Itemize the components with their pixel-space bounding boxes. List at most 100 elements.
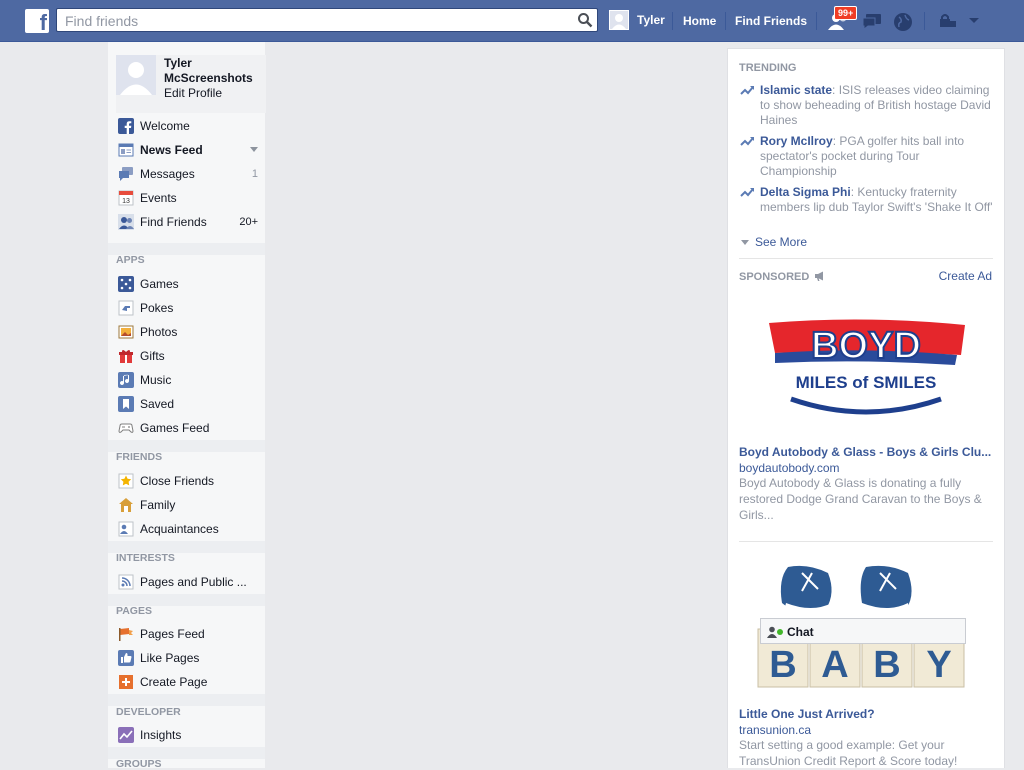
family-icon — [119, 498, 133, 512]
trending-item[interactable]: Delta Sigma Phi: Kentucky fraternity mem… — [740, 185, 998, 215]
section-heading-friends: FRIENDS — [116, 451, 163, 463]
account-menu-icon[interactable] — [968, 17, 980, 25]
sidebar-item-messages[interactable]: Messages 1 — [116, 164, 266, 184]
block-letter: B — [769, 644, 796, 686]
sidebar-item-label: Pages and Public ... — [140, 575, 247, 589]
facebook-logo-icon[interactable]: f — [25, 9, 49, 35]
ad-image-boyd[interactable]: BOYD MILES of SMILES — [739, 301, 993, 431]
sidebar-item-games[interactable]: Games — [116, 274, 266, 294]
sidebar-item-label: Find Friends — [140, 215, 207, 229]
sidebar-item-label: Saved — [140, 397, 175, 411]
sidebar-item-label: News Feed — [140, 143, 203, 157]
ad-url[interactable]: boydautobody.com — [739, 461, 840, 475]
sidebar-item-gifts[interactable]: Gifts — [116, 346, 266, 366]
count-badge: 20+ — [239, 216, 258, 228]
sidebar-item-saved[interactable]: Saved — [116, 394, 266, 414]
person-icon — [767, 626, 777, 638]
chat-tab[interactable]: Chat — [760, 618, 966, 644]
news-feed-icon — [118, 143, 134, 157]
photos-icon — [118, 325, 134, 339]
sidebar-item-like-pages[interactable]: Like Pages — [116, 648, 266, 668]
sidebar-item-label: Close Friends — [140, 474, 215, 488]
trending-topic[interactable]: Islamic state — [760, 83, 832, 97]
sidebar-item-music[interactable]: Music — [116, 370, 266, 390]
sidebar-item-label: Games Feed — [140, 421, 210, 435]
caret-down-icon[interactable] — [250, 147, 258, 153]
sidebar-item-label: Family — [140, 498, 176, 512]
sidebar-item-label: Games — [140, 277, 179, 291]
search-icon[interactable] — [577, 12, 593, 28]
left-sidebar: Tyler McScreenshots Edit Profile Welcome… — [108, 42, 266, 770]
sidebar-item-pages-feed[interactable]: Pages Feed — [116, 624, 266, 644]
ad-description: Start setting a good example: Get your T… — [739, 738, 958, 768]
sidebar-item-welcome[interactable]: Welcome — [116, 116, 266, 136]
boyd-wordmark: BOYD — [811, 325, 921, 367]
sidebar-item-pokes[interactable]: Pokes — [116, 298, 266, 318]
trending-item[interactable]: Islamic state: ISIS releases video claim… — [740, 83, 998, 128]
insights-icon — [118, 727, 134, 743]
section-heading-apps: APPS — [116, 254, 145, 266]
see-more-link[interactable]: See More — [741, 235, 807, 249]
ad-url[interactable]: transunion.ca — [739, 723, 811, 737]
home-link[interactable]: Home — [683, 14, 716, 28]
messages-icon[interactable] — [861, 12, 883, 30]
sidebar-item-news-feed[interactable]: News Feed — [116, 140, 266, 160]
create-ad-link[interactable]: Create Ad — [939, 269, 992, 283]
sidebar-item-create-page[interactable]: Create Page — [116, 672, 266, 692]
find-friends-link[interactable]: Find Friends — [735, 14, 807, 28]
trending-topic[interactable]: Delta Sigma Phi — [760, 185, 851, 199]
trending-item[interactable]: Rory McIlroy: PGA golfer hits ball into … — [740, 134, 998, 179]
search-input[interactable] — [63, 10, 567, 32]
sidebar-item-label: Gifts — [140, 349, 165, 363]
divider — [672, 12, 673, 30]
sidebar-item-close-friends[interactable]: Close Friends — [116, 471, 266, 491]
ad-description: Boyd Autobody & Glass is donating a full… — [739, 476, 982, 522]
sidebar-item-family[interactable]: Family — [116, 495, 266, 515]
sidebar-item-label: Pokes — [140, 301, 174, 315]
trending-heading: TRENDING — [739, 62, 797, 74]
sidebar-item-label: Messages — [140, 167, 195, 181]
top-bar: f Tyler Home Find Friends 99+ — [0, 0, 1024, 42]
sidebar-item-find-friends[interactable]: Find Friends 20+ — [116, 212, 266, 232]
divider — [739, 258, 993, 259]
sidebar-item-acquaintances[interactable]: Acquaintances — [116, 519, 266, 539]
online-status-icon — [777, 629, 783, 635]
trending-arrow-icon — [740, 188, 754, 197]
edit-profile-link[interactable]: Edit Profile — [164, 86, 222, 100]
sidebar-item-label: Events — [140, 191, 177, 205]
sidebar-item-pages-and-public-figures[interactable]: Pages and Public ... — [116, 572, 266, 592]
ad-title[interactable]: Little One Just Arrived? — [739, 707, 995, 721]
default-avatar-icon — [116, 55, 156, 95]
pages-feed-icon — [119, 628, 133, 641]
divider — [924, 12, 925, 30]
trending-arrow-icon — [740, 86, 754, 95]
sidebar-item-photos[interactable]: Photos — [116, 322, 266, 342]
megaphone-icon — [815, 271, 824, 281]
divider — [816, 12, 817, 30]
sidebar-item-games-feed[interactable]: Games Feed — [116, 418, 266, 438]
avatar — [609, 10, 629, 30]
sidebar-item-insights[interactable]: Insights — [116, 725, 266, 745]
trending-topic[interactable]: Rory McIlroy — [760, 134, 833, 148]
logo-letter: f — [39, 10, 47, 35]
find-friends-icon — [118, 214, 134, 230]
profile-link[interactable]: Tyler — [609, 10, 665, 30]
sidebar-item-label: Music — [140, 373, 172, 387]
games-feed-icon — [118, 423, 134, 433]
privacy-shortcuts-icon[interactable] — [938, 14, 958, 28]
see-more-label: See More — [755, 235, 808, 249]
sidebar-item-label: Photos — [140, 325, 178, 339]
sidebar-item-label: Insights — [140, 728, 182, 742]
chevron-down-icon — [741, 240, 749, 246]
boyd-logo-image: BOYD MILES of SMILES — [769, 319, 965, 415]
profile-picture[interactable] — [116, 55, 156, 95]
sidebar-item-events[interactable]: 13 Events — [116, 188, 266, 208]
trending-text: Delta Sigma Phi: Kentucky fraternity mem… — [760, 185, 998, 215]
games-icon — [118, 276, 134, 292]
ad-title[interactable]: Boyd Autobody & Glass - Boys & Girls Clu… — [739, 445, 995, 459]
globe-notifications-icon[interactable] — [893, 12, 913, 32]
profile-name[interactable]: Tyler McScreenshots — [164, 56, 264, 86]
sponsored-label: SPONSORED — [739, 271, 810, 283]
trending-arrow-icon — [740, 137, 754, 146]
pokes-icon — [118, 300, 134, 316]
